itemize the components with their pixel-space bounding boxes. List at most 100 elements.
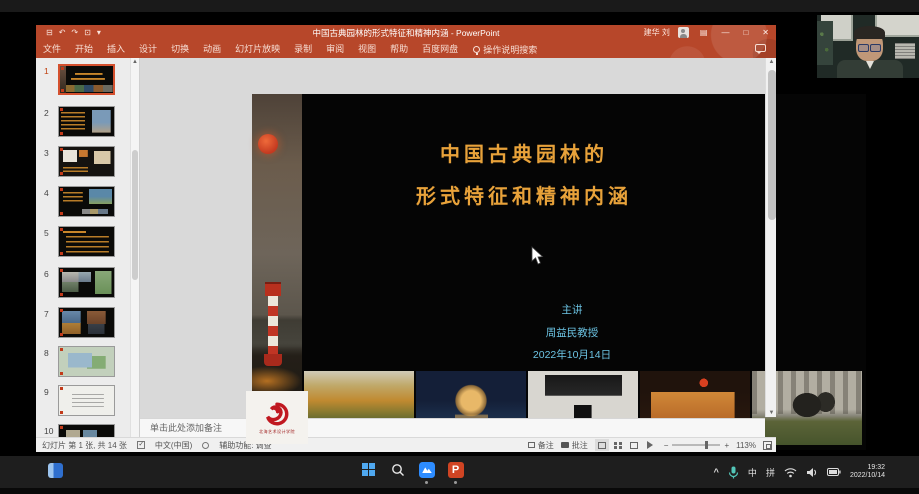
scrollbar-thumb[interactable] [768, 70, 776, 220]
zoom-slider[interactable] [672, 444, 720, 446]
thumbnail-image[interactable] [58, 424, 115, 437]
thumbnail-image[interactable] [58, 385, 115, 416]
thumbnail-image[interactable] [58, 346, 115, 377]
tab-review[interactable]: 审阅 [319, 40, 351, 58]
presenter-block[interactable]: 主讲 周益民教授 2022年10月14日 [472, 299, 672, 367]
thumbnail-scrollbar[interactable]: ▲ [130, 58, 139, 437]
account-name[interactable]: 建华 刘 [644, 27, 670, 38]
thumbnail-image[interactable] [58, 64, 115, 95]
tab-file[interactable]: 文件 [36, 40, 68, 58]
tab-home[interactable]: 开始 [68, 40, 100, 58]
normal-view-button[interactable] [595, 439, 609, 451]
thumbnail-image[interactable] [58, 106, 115, 137]
language-status[interactable]: 中文(中国) [155, 440, 192, 451]
thumbnail-image[interactable] [58, 186, 115, 217]
thumbnail-number: 10 [44, 426, 53, 436]
zoom-level[interactable]: 113% [736, 441, 756, 450]
presenter-name: 周益民教授 [472, 322, 672, 345]
main-scrollbar[interactable]: ▲ ▼ [765, 58, 776, 417]
ribbon-tabs: 文件 开始 插入 设计 切换 动画 幻灯片放映 录制 审阅 视图 帮助 百度网盘… [36, 40, 776, 58]
wifi-icon[interactable] [784, 467, 797, 478]
scrollbar-thumb[interactable] [132, 150, 138, 280]
running-indicator [425, 481, 428, 484]
spellcheck-icon[interactable] [137, 441, 145, 449]
taskbar: P ^ 中 拼 19:32 2022/10/14 [0, 456, 919, 488]
speaker-icon[interactable] [806, 467, 818, 478]
tab-view[interactable]: 视图 [351, 40, 383, 58]
lighthouse-top [265, 282, 281, 296]
thumbnail-image[interactable] [58, 226, 115, 257]
thumbnail-image[interactable] [58, 146, 115, 177]
zoom-in-button[interactable]: + [724, 441, 729, 450]
qat-dropdown-icon[interactable]: ▾ [97, 28, 101, 37]
thumbnail-image[interactable] [58, 307, 115, 338]
tab-baidu-netdisk[interactable]: 百度网盘 [415, 40, 465, 58]
notes-toggle[interactable]: 备注 [528, 440, 554, 451]
comments-icon [561, 442, 569, 448]
undo-icon[interactable]: ↶ [59, 28, 66, 37]
picture-frame [895, 43, 915, 59]
search-button[interactable] [389, 461, 406, 478]
fit-slide-to-window-button[interactable] [763, 441, 772, 450]
tray-clock[interactable]: 19:32 2022/10/14 [850, 464, 885, 480]
presenter-label: 主讲 [472, 299, 672, 322]
scroll-down-icon[interactable]: ▼ [766, 410, 777, 416]
powerpoint-taskbar-button[interactable]: P [447, 461, 464, 478]
ime-language-indicator[interactable]: 中 [748, 466, 757, 479]
speaker-collar [866, 61, 874, 69]
slideshow-view-button[interactable] [643, 439, 657, 451]
account-avatar[interactable] [678, 27, 689, 38]
quick-access-toolbar: ⊟ ↶ ↷ ⊡ ▾ [36, 28, 101, 37]
comments-panel-icon[interactable] [755, 44, 766, 52]
windows-logo-icon [362, 463, 376, 477]
scroll-up-icon[interactable]: ▲ [766, 59, 777, 65]
tab-record[interactable]: 录制 [287, 40, 319, 58]
tab-design[interactable]: 设计 [132, 40, 164, 58]
meeting-app-button[interactable] [418, 461, 435, 478]
ime-mode-indicator[interactable]: 拼 [766, 466, 775, 479]
slide-sorter-view-button[interactable] [611, 439, 625, 451]
reading-view-button[interactable] [627, 439, 641, 451]
notes-pane[interactable]: 单击此处添加备注 [140, 418, 765, 437]
webcam-video-feed[interactable] [817, 15, 919, 78]
taskbar-pinned-app-icon[interactable] [48, 463, 63, 478]
slide-thumbnail-panel: 1 2 3 4 5 6 7 8 9 10 ▲ [36, 58, 140, 437]
screen-bottom-strip [0, 488, 919, 494]
speaker-hair [854, 26, 885, 39]
thumbnail-number: 3 [44, 148, 49, 158]
close-button[interactable]: ✕ [759, 28, 772, 37]
zoom-out-button[interactable]: − [664, 441, 669, 450]
slide-left-photo-strip: 北海艺术设计学院 [252, 94, 302, 450]
tab-insert[interactable]: 插入 [100, 40, 132, 58]
slide-canvas: 北海艺术设计学院 中国古典园林的 形式特征和精神内涵 主讲 周益民教授 2022… [140, 58, 776, 437]
slide-title-line2: 形式特征和精神内涵 [304, 176, 744, 218]
tab-slideshow[interactable]: 幻灯片放映 [228, 40, 287, 58]
panel-collapse-icon[interactable]: ▲ [132, 59, 138, 65]
redo-icon[interactable]: ↷ [71, 28, 78, 37]
start-slideshow-icon[interactable]: ⊡ [84, 28, 91, 37]
tab-help[interactable]: 帮助 [383, 40, 415, 58]
minimize-button[interactable]: — [718, 28, 732, 37]
tray-expand-icon[interactable]: ^ [714, 467, 719, 477]
search-icon [391, 463, 405, 477]
thumbnail-image[interactable] [58, 267, 115, 298]
zoom-slider-thumb[interactable] [705, 441, 708, 449]
comments-toggle[interactable]: 批注 [561, 440, 588, 451]
microphone-icon[interactable] [728, 466, 739, 479]
thumbnail-number: 4 [44, 188, 49, 198]
window-header: ⊟ ↶ ↷ ⊡ ▾ 中国古典园林的形式特征和精神内涵 - PowerPoint … [36, 25, 776, 58]
tab-transitions[interactable]: 切换 [164, 40, 196, 58]
battery-icon[interactable] [827, 468, 841, 476]
restore-button[interactable]: □ [740, 28, 751, 37]
focus-assist-moon-icon[interactable] [894, 466, 907, 479]
save-icon[interactable]: ⊟ [46, 28, 53, 37]
tell-me-search[interactable]: 操作说明搜索 [465, 43, 545, 56]
tell-me-label: 操作说明搜索 [483, 43, 537, 56]
thumbnail-number: 6 [44, 269, 49, 279]
school-logo-text: 北海艺术设计学院 [259, 429, 295, 434]
ribbon-display-options-icon[interactable]: ▤ [697, 28, 711, 37]
screen: ⊟ ↶ ↷ ⊡ ▾ 中国古典园林的形式特征和精神内涵 - PowerPoint … [0, 0, 919, 494]
start-button[interactable] [360, 461, 377, 478]
slide-title[interactable]: 中国古典园林的 形式特征和精神内涵 [304, 134, 744, 218]
tab-animations[interactable]: 动画 [196, 40, 228, 58]
